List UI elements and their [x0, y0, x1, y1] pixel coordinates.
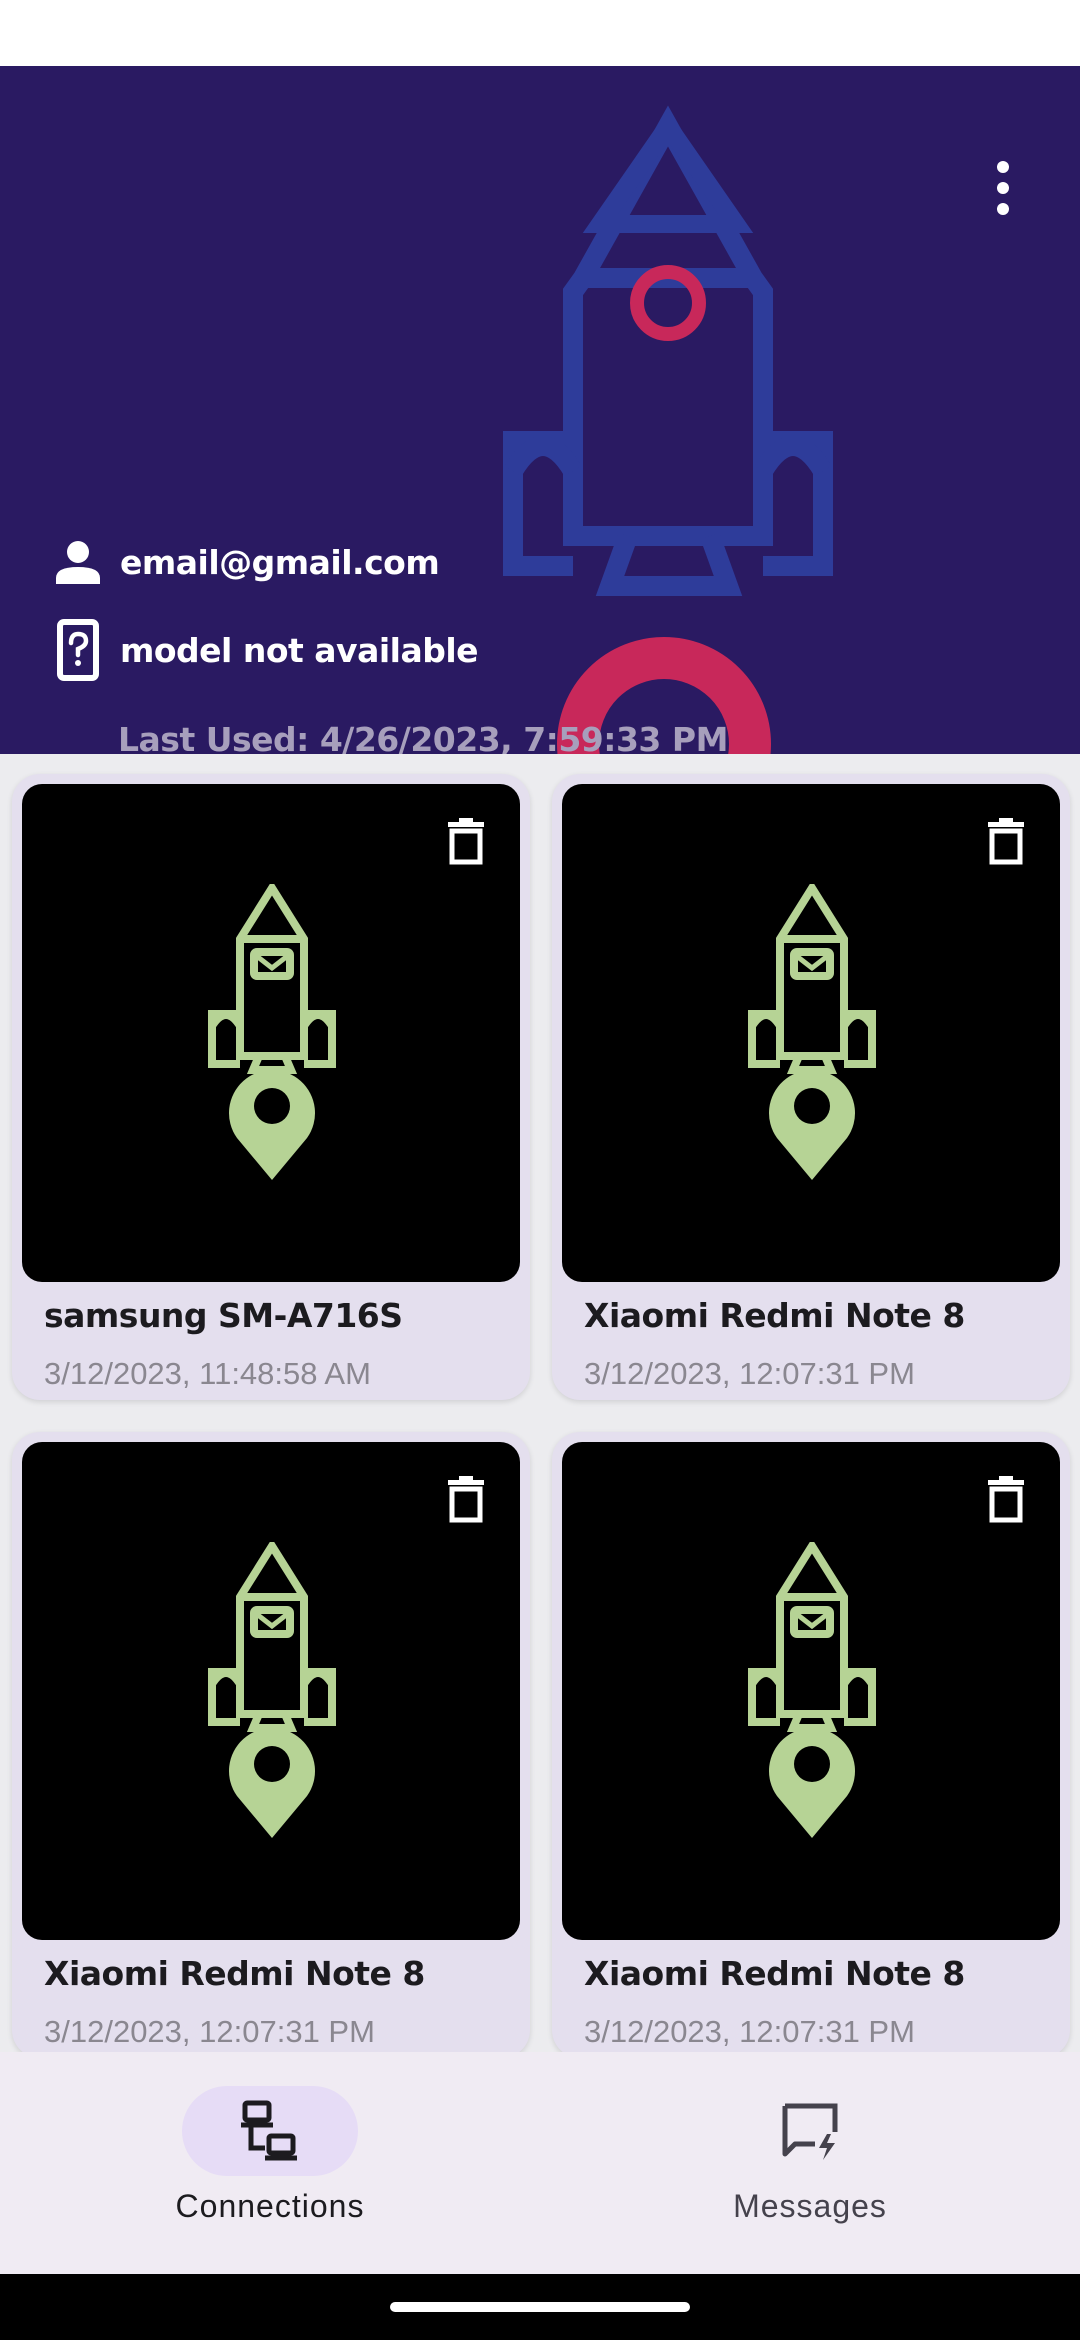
person-icon: [52, 534, 104, 590]
device-card[interactable]: Xiaomi Redmi Note 8 3/12/2023, 12:07:31 P…: [12, 1432, 530, 2052]
rocket-location-icon: [748, 1542, 876, 1838]
nav-connections[interactable]: Connections: [90, 2086, 450, 2246]
nav-connections-label: Connections: [175, 2188, 365, 2224]
device-model-row: model not available: [52, 619, 479, 681]
device-thumbnail: [22, 1442, 520, 1940]
delete-button[interactable]: [442, 1472, 490, 1528]
rocket-location-icon: [748, 884, 876, 1180]
device-date: 3/12/2023, 12:07:31 PM: [584, 2014, 915, 2049]
message-flash-icon: [782, 2103, 838, 2160]
profile-header: email@gmail.com model not available Last…: [0, 66, 1080, 754]
trash-icon: [986, 1473, 1026, 1527]
nav-messages[interactable]: Messages: [630, 2086, 990, 2246]
device-model: model not available: [120, 630, 479, 670]
device-card[interactable]: samsung SM-A716S 3/12/2023, 11:48:58 AM: [12, 774, 530, 1400]
status-bar: [0, 0, 1080, 66]
overflow-menu-button[interactable]: [978, 138, 1028, 238]
more-vert-icon: [997, 161, 1009, 173]
trash-icon: [986, 815, 1026, 869]
trash-icon: [446, 815, 486, 869]
device-name: Xiaomi Redmi Note 8: [584, 1296, 965, 1335]
rocket-location-icon: [208, 1542, 336, 1838]
home-gesture-handle[interactable]: [390, 2302, 690, 2312]
delete-button[interactable]: [982, 1472, 1030, 1528]
device-thumbnail: [562, 784, 1060, 1282]
delete-button[interactable]: [442, 814, 490, 870]
delete-button[interactable]: [982, 814, 1030, 870]
device-name: Xiaomi Redmi Note 8: [584, 1954, 965, 1993]
device-date: 3/12/2023, 11:48:58 AM: [44, 1356, 371, 1391]
device-date: 3/12/2023, 12:07:31 PM: [584, 1356, 915, 1391]
device-name: Xiaomi Redmi Note 8: [44, 1954, 425, 1993]
nav-messages-label: Messages: [733, 2188, 887, 2224]
device-date: 3/12/2023, 12:07:31 PM: [44, 2014, 375, 2049]
device-thumbnail: [562, 1442, 1060, 1940]
device-card[interactable]: Xiaomi Redmi Note 8 3/12/2023, 12:07:31 P…: [552, 1432, 1070, 2052]
account-row: email@gmail.com: [52, 534, 440, 590]
device-name: samsung SM-A716S: [44, 1296, 403, 1335]
bottom-navigation: Connections Messages: [0, 2052, 1080, 2274]
device-grid: samsung SM-A716S 3/12/2023, 11:48:58 AM Xi…: [0, 754, 1080, 2052]
devices-icon: [241, 2100, 297, 2161]
trash-icon: [446, 1473, 486, 1527]
account-email: email@gmail.com: [120, 542, 440, 582]
device-thumbnail: [22, 784, 520, 1282]
device-card[interactable]: Xiaomi Redmi Note 8 3/12/2023, 12:07:31 P…: [552, 774, 1070, 1400]
system-gesture-bar: [0, 2274, 1080, 2340]
last-used-timestamp: Last Used: 4/26/2023, 7:59:33 PM: [118, 720, 728, 754]
device-unknown-icon: [52, 619, 104, 681]
rocket-location-icon: [208, 884, 336, 1180]
nav-active-indicator: [182, 2086, 358, 2176]
